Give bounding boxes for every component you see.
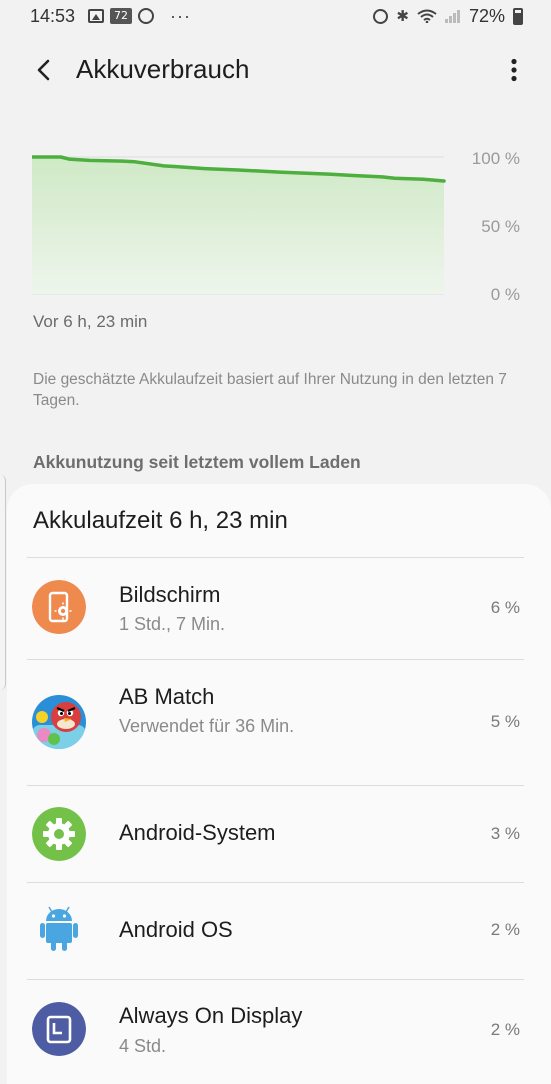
bluetooth-icon: ✱: [396, 8, 409, 25]
status-icons-right: ✱ 72%: [373, 6, 523, 26]
chart-time-caption: Vor 6 h, 23 min: [33, 312, 148, 331]
gallery-icon: [88, 9, 104, 23]
estimate-note: Die geschätzte Akkulaufzeit basiert auf …: [33, 371, 507, 409]
notification-badge-icon: 72: [110, 8, 132, 24]
angry-birds-app-icon: [32, 695, 86, 749]
app-bar: Akkuverbrauch: [0, 40, 551, 100]
screen-icon: [32, 580, 86, 634]
more-vert-icon: [511, 58, 517, 82]
list-item-bildschirm[interactable]: Bildschirm 1 Std., 7 Min. 6 %: [27, 558, 524, 659]
item-percent: 2 %: [490, 1020, 520, 1039]
page-title: Akkuverbrauch: [76, 54, 250, 84]
y-tick-label-100: 100 %: [471, 149, 520, 168]
item-usage: 1 Std., 7 Min.: [119, 614, 226, 634]
back-arrow-icon: [37, 59, 50, 81]
android-robot-icon: [40, 906, 78, 951]
item-name: Android OS: [119, 917, 233, 942]
item-percent: 5 %: [490, 712, 520, 731]
signal-icon: [444, 9, 461, 23]
status-time: 14:53: [30, 6, 76, 26]
gear-icon: [32, 807, 86, 861]
more-notifications-icon: ···: [170, 5, 191, 26]
more-options-button[interactable]: [499, 50, 529, 90]
y-tick-label-0: 0 %: [490, 285, 520, 304]
item-name: Bildschirm: [119, 582, 221, 607]
item-percent: 2 %: [490, 920, 520, 939]
battery-chart-svg: [32, 155, 446, 295]
list-item-always-on-display[interactable]: Always On Display 4 Std. 2 %: [27, 980, 524, 1080]
item-name: AB Match: [119, 684, 215, 709]
item-name: Always On Display: [119, 1003, 303, 1028]
battery-percent: 72%: [468, 5, 505, 26]
section-header: Akkunutzung seit letztem vollem Laden: [33, 452, 361, 472]
status-icons-left: 72 ···: [88, 6, 191, 26]
alarm-icon: [373, 8, 389, 24]
item-percent: 3 %: [490, 824, 520, 843]
item-usage: Verwendet für 36 Min.: [119, 716, 295, 736]
status-bar: 14:53 72 ··· ✱ 72%: [0, 0, 551, 34]
wifi-icon: [417, 9, 437, 23]
battery-chart: 100 % 50 % 0 %: [32, 140, 532, 310]
edge-panel-handle[interactable]: [0, 475, 6, 690]
battery-icon: [513, 7, 523, 25]
whatsapp-icon: [138, 8, 154, 24]
back-button[interactable]: [24, 50, 64, 90]
list-item-android-os[interactable]: Android OS 2 %: [27, 883, 524, 979]
always-on-display-icon: [32, 1002, 86, 1056]
list-item-ab-match[interactable]: AB Match Verwendet für 36 Min. 5 %: [27, 660, 524, 785]
y-tick-label-50: 50 %: [481, 217, 520, 236]
item-name: Android-System: [119, 820, 276, 845]
item-usage: 4 Std.: [119, 1036, 167, 1056]
item-percent: 6 %: [490, 598, 520, 617]
list-item-android-system[interactable]: Android-System 3 %: [27, 786, 524, 882]
battery-time-title: Akkulaufzeit 6 h, 23 min: [33, 507, 288, 534]
